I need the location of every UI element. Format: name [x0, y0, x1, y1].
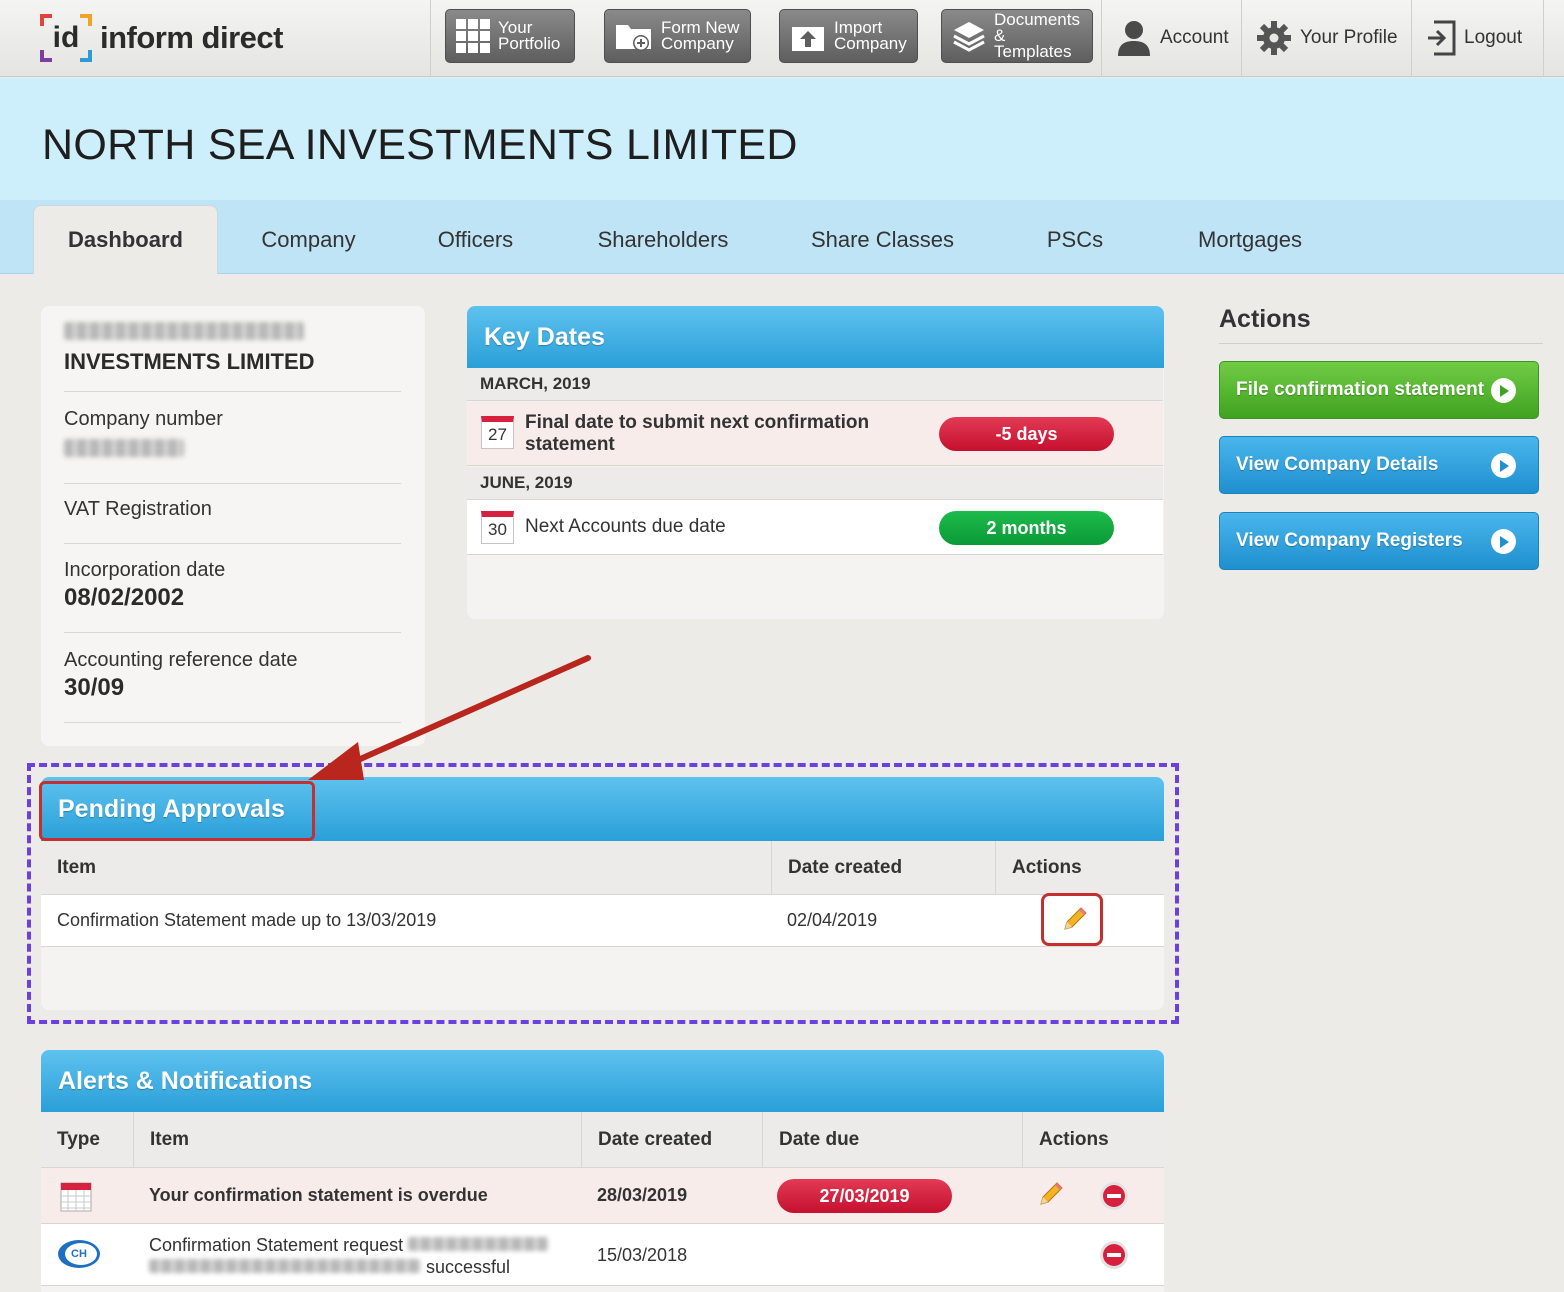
companies-house-icon: CH: [56, 1237, 102, 1271]
logo-text: inform direct: [100, 20, 283, 55]
date-due-badge: 27/03/2019: [777, 1179, 952, 1213]
play-arrow-icon: [1491, 453, 1516, 478]
layers-icon: [953, 22, 985, 52]
incorporation-label: Incorporation date: [64, 559, 226, 581]
alert-item: Your confirmation statement is overdue: [149, 1185, 488, 1205]
key-dates-month: JUNE, 2019: [467, 467, 1163, 500]
logo-mark: id: [40, 12, 92, 64]
your-portfolio-button[interactable]: Your Portfolio: [445, 9, 575, 63]
key-date-row[interactable]: 30 Next Accounts due date 2 months: [467, 500, 1163, 555]
page-title: NORTH SEA INVESTMENTS LIMITED: [42, 121, 798, 169]
logout-icon: [1428, 20, 1456, 56]
view-company-details-button[interactable]: View Company Details: [1219, 436, 1539, 494]
logout-link[interactable]: Logout: [1426, 14, 1522, 62]
key-dates-panel: Key Dates MARCH, 2019 27 Final date to s…: [467, 306, 1164, 619]
file-confirmation-statement-button[interactable]: File confirmation statement: [1219, 361, 1539, 419]
table-header: Type Item Date created Date due Actions: [41, 1112, 1164, 1168]
calendar-icon: [60, 1180, 92, 1217]
your-profile-link[interactable]: Your Profile: [1256, 14, 1398, 62]
alerts-title: Alerts & Notifications: [41, 1050, 1164, 1112]
form-new-company-button[interactable]: Form New Company: [604, 9, 751, 63]
vat-block: VAT Registration: [64, 498, 401, 544]
column-header: Type: [41, 1112, 134, 1168]
redacted-company-number: [64, 439, 184, 457]
alerts-panel: Alerts & Notifications Type Item Date cr…: [41, 1050, 1164, 1292]
key-dates-month: MARCH, 2019: [467, 368, 1163, 401]
upload-icon: [792, 27, 824, 51]
table-row[interactable]: Your confirmation statement is overdue 2…: [41, 1168, 1164, 1224]
tab-company[interactable]: Company: [236, 205, 381, 274]
key-date-text: Final date to submit next confirmation s…: [525, 411, 870, 455]
view-company-registers-button[interactable]: View Company Registers: [1219, 512, 1539, 570]
redacted-text: [64, 322, 304, 340]
edit-pencil-icon[interactable]: [1035, 1180, 1065, 1215]
documents-templates-button[interactable]: Documents & Templates: [941, 9, 1093, 63]
column-header: Actions: [1039, 1129, 1109, 1150]
vat-label: VAT Registration: [64, 498, 212, 520]
alert-date-created: 28/03/2019: [597, 1185, 688, 1205]
tab-share-classes[interactable]: Share Classes: [790, 205, 975, 274]
play-arrow-icon: [1491, 529, 1516, 554]
folder-add-icon: [616, 25, 651, 51]
table-row[interactable]: CH Confirmation Statement request succes…: [41, 1224, 1164, 1286]
column-header: Item: [134, 1112, 582, 1168]
company-name-block: INVESTMENTS LIMITED: [64, 322, 401, 392]
status-badge: -5 days: [939, 417, 1114, 451]
highlight-title-box: [39, 781, 315, 841]
annotation-arrow: [308, 655, 591, 780]
gear-icon: [1257, 21, 1291, 55]
company-number-block: Company number: [64, 408, 401, 484]
calendar-icon: 30: [481, 511, 514, 544]
remove-icon[interactable]: [1099, 1181, 1129, 1216]
status-badge: 2 months: [939, 511, 1114, 545]
import-company-button[interactable]: Import Company: [779, 9, 918, 63]
company-number-label: Company number: [64, 408, 223, 430]
actions-heading: Actions: [1219, 305, 1311, 333]
highlight-action-box: [1041, 893, 1103, 946]
redacted-text: [149, 1259, 421, 1273]
top-bar: id inform direct Your Portfolio Form New…: [0, 0, 1564, 77]
key-date-text: Next Accounts due date: [525, 516, 726, 537]
tab-shareholders[interactable]: Shareholders: [578, 205, 748, 274]
key-dates-title: Key Dates: [467, 306, 1164, 368]
incorporation-block: Incorporation date 08/02/2002: [64, 559, 401, 633]
remove-icon[interactable]: [1099, 1240, 1129, 1275]
play-arrow-icon: [1491, 378, 1516, 403]
tab-dashboard[interactable]: Dashboard: [33, 205, 218, 274]
grid-icon: [456, 19, 490, 53]
tab-bar: [0, 200, 1564, 274]
calendar-icon: 27: [481, 416, 514, 449]
column-header: Date created: [582, 1112, 763, 1168]
alert-date-created: 15/03/2018: [597, 1245, 688, 1265]
alert-item: Confirmation Statement request successfu…: [149, 1234, 549, 1278]
account-link[interactable]: Account: [1116, 14, 1229, 62]
user-icon: [1118, 21, 1150, 56]
divider: [1219, 343, 1543, 344]
tab-pscs[interactable]: PSCs: [1030, 205, 1120, 274]
tab-mortgages[interactable]: Mortgages: [1180, 205, 1320, 274]
incorporation-value: 08/02/2002: [64, 584, 185, 611]
company-name: INVESTMENTS LIMITED: [64, 349, 315, 374]
key-date-row[interactable]: 27 Final date to submit next confirmatio…: [467, 402, 1163, 466]
tab-officers[interactable]: Officers: [418, 205, 533, 274]
column-header: Date due: [763, 1112, 1023, 1168]
redacted-text: [408, 1237, 549, 1251]
logo[interactable]: id inform direct: [40, 10, 283, 66]
